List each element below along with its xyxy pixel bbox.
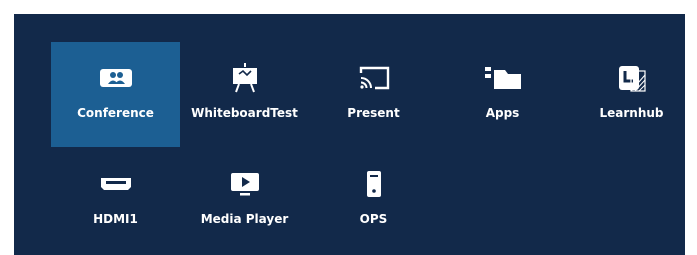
tile-label: Present: [347, 106, 400, 120]
tile-label: HDMI1: [93, 212, 138, 226]
conference-icon: [91, 60, 141, 96]
tile-learnhub[interactable]: Learnhub: [567, 42, 696, 147]
ops-icon: [349, 166, 399, 202]
tile-label: Media Player: [200, 212, 289, 226]
tile-label: WhiteboardTest: [191, 106, 298, 120]
media-player-icon: [220, 166, 270, 202]
tile-whiteboard[interactable]: WhiteboardTest: [180, 42, 309, 147]
hdmi-icon: [91, 166, 141, 202]
tile-label: OPS: [359, 212, 388, 226]
tile-conference[interactable]: Conference: [51, 42, 180, 147]
apps-icon: [478, 60, 528, 96]
tile-label: Conference: [77, 106, 154, 120]
whiteboard-icon: [220, 60, 270, 96]
tile-present[interactable]: Present: [309, 42, 438, 147]
learnhub-icon: [607, 60, 657, 96]
tile-label: Learnhub: [599, 106, 664, 120]
tile-hdmi1[interactable]: HDMI1: [51, 154, 180, 249]
tile-label: Apps: [485, 106, 520, 120]
tile-apps[interactable]: Apps: [438, 42, 567, 147]
tile-media-player[interactable]: Media Player: [180, 154, 309, 249]
cast-icon: [349, 60, 399, 96]
launcher-screen: Conference WhiteboardTest Present Apps L…: [14, 14, 685, 255]
tile-ops[interactable]: OPS: [309, 154, 438, 249]
